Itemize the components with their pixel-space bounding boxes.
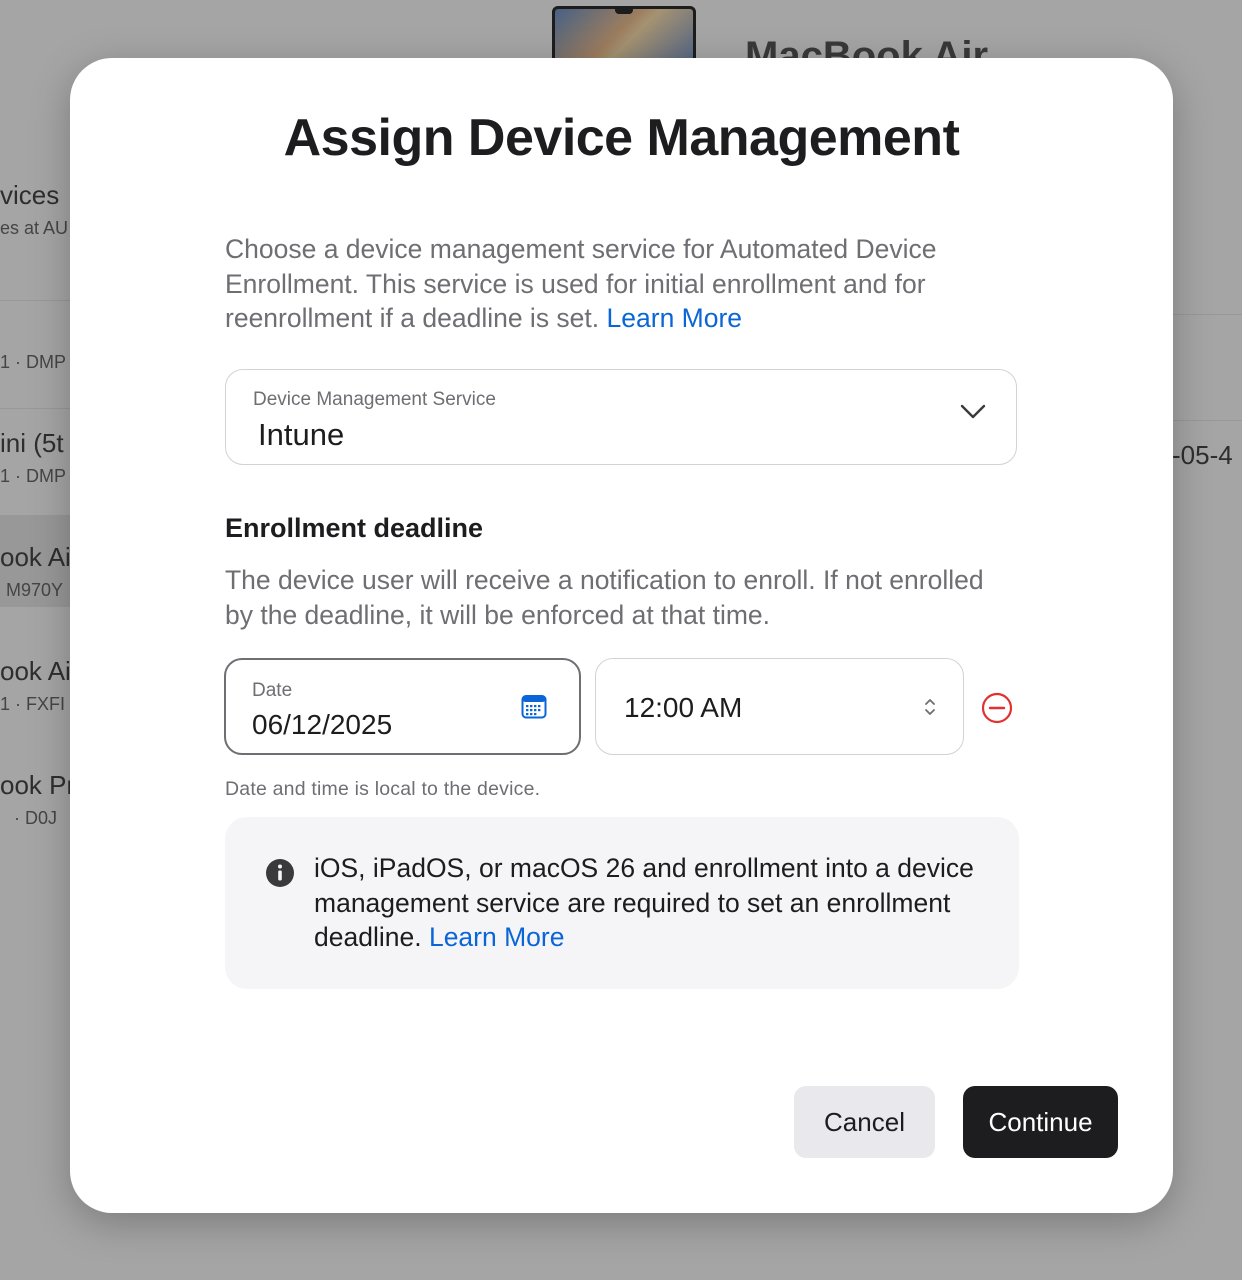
dialog-description: Choose a device management service for A… — [225, 232, 1015, 336]
continue-button[interactable]: Continue — [963, 1086, 1118, 1158]
date-value: 06/12/2025 — [252, 709, 393, 740]
time-value: 12:00 AM — [624, 692, 743, 723]
cancel-button[interactable]: Cancel — [794, 1086, 935, 1158]
info-message: iOS, iPadOS, or macOS 26 and enrollment … — [314, 853, 974, 952]
up-down-chevron-icon — [925, 699, 935, 715]
time-field[interactable]: 12:00 AM — [595, 658, 964, 755]
info-banner: iOS, iPadOS, or macOS 26 and enrollment … — [225, 817, 1019, 989]
timezone-hint: Date and time is local to the device. — [225, 778, 541, 800]
info-learn-more-link[interactable]: Learn More — [429, 922, 565, 952]
enrollment-deadline-description: The device user will receive a notificat… — [225, 565, 984, 630]
enrollment-deadline-title: Enrollment deadline — [225, 513, 484, 543]
info-icon — [266, 859, 294, 887]
device-management-service-select[interactable]: Device Management Service Intune — [225, 369, 1017, 465]
select-label: Device Management Service — [253, 389, 496, 410]
description-text: Choose a device management service for A… — [225, 234, 937, 333]
date-label: Date — [252, 680, 293, 701]
info-text: iOS, iPadOS, or macOS 26 and enrollment … — [314, 851, 994, 955]
learn-more-link[interactable]: Learn More — [607, 303, 743, 333]
calendar-icon[interactable] — [521, 694, 547, 719]
remove-deadline-button[interactable] — [980, 691, 1014, 725]
chevron-down-icon — [960, 404, 986, 419]
assign-device-management-dialog: Assign Device Management Choose a device… — [70, 58, 1173, 1213]
select-value: Intune — [258, 417, 345, 452]
dialog-title: Assign Device Management — [283, 109, 960, 167]
date-field[interactable]: Date 06/12/2025 — [224, 658, 581, 755]
